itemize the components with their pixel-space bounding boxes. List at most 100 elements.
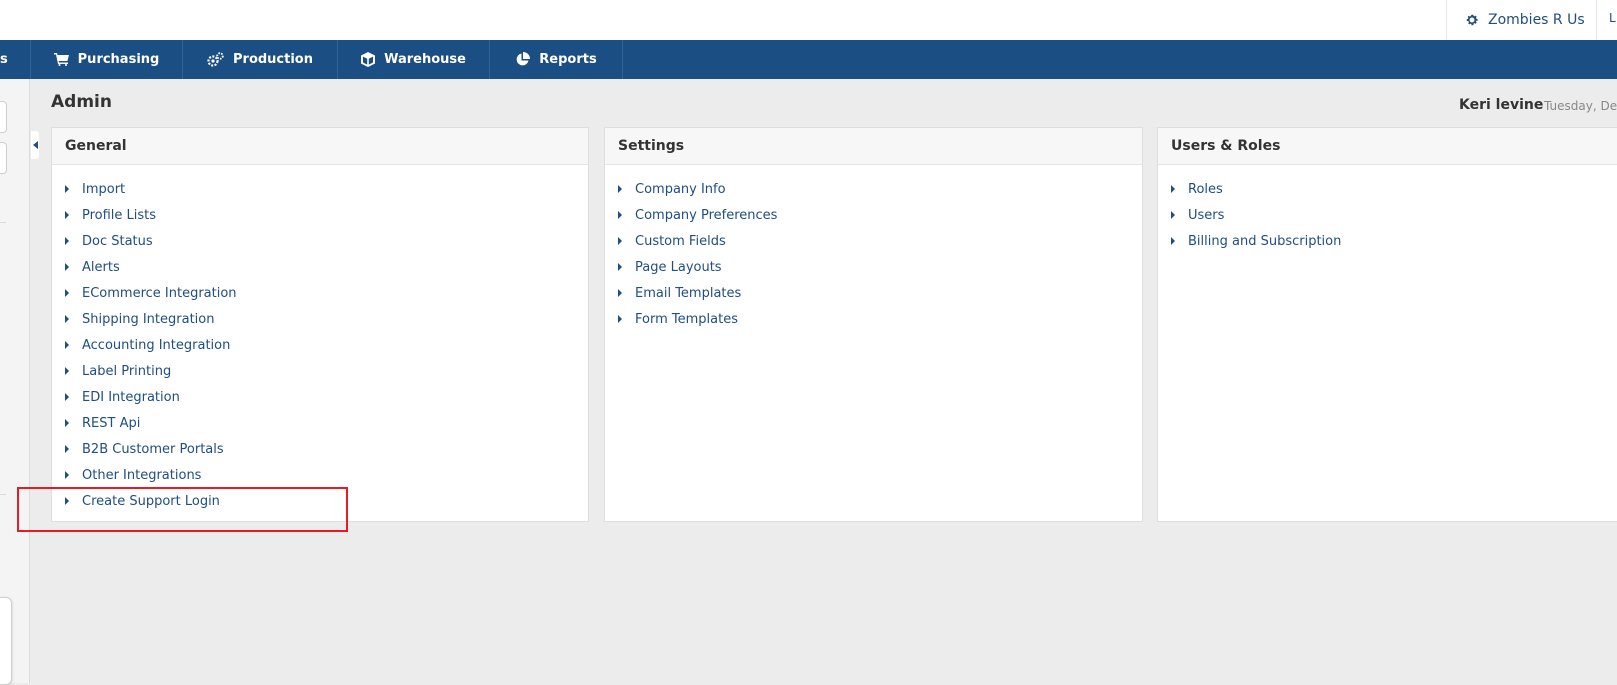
nav-item-warehouse[interactable]: Warehouse [338, 40, 490, 79]
link-roles[interactable]: Roles [1158, 176, 1617, 202]
link-profile-lists[interactable]: Profile Lists [52, 202, 588, 228]
link-label: Shipping Integration [82, 311, 215, 327]
nav-item-purchasing[interactable]: Purchasing [31, 40, 183, 79]
gears-icon [207, 52, 224, 67]
link-rest-api[interactable]: REST Api [52, 410, 588, 436]
sidebar-button[interactable] [0, 142, 7, 174]
caret-right-icon [618, 185, 622, 193]
sidebar-collapse-toggle[interactable] [31, 131, 39, 159]
sidebar-divider [0, 494, 6, 495]
topbar-divider [1596, 0, 1597, 40]
caret-right-icon [65, 471, 69, 479]
cart-icon [53, 53, 69, 66]
settings-link-list: Company Info Company Preferences Custom … [605, 165, 1142, 332]
caret-right-icon [618, 263, 622, 271]
highlight-annotation [17, 487, 348, 532]
link-label: Company Info [635, 181, 726, 197]
link-label: Email Templates [635, 285, 742, 301]
main-nav: s Purchasing Production Warehouse Report… [0, 40, 1617, 79]
link-b2b-customer-portals[interactable]: B2B Customer Portals [52, 436, 588, 462]
link-label-printing[interactable]: Label Printing [52, 358, 588, 384]
card-users-roles: Users & Roles Roles Users Billing and Su… [1157, 127, 1617, 522]
caret-right-icon [1171, 185, 1175, 193]
link-ecommerce-integration[interactable]: ECommerce Integration [52, 280, 588, 306]
link-label: ECommerce Integration [82, 285, 237, 301]
caret-right-icon [65, 237, 69, 245]
link-billing-and-subscription[interactable]: Billing and Subscription [1158, 228, 1617, 254]
card-general: General Import Profile Lists Doc Status … [51, 127, 589, 522]
link-label: Company Preferences [635, 207, 778, 223]
link-label: Accounting Integration [82, 337, 231, 353]
link-label: Import [82, 181, 126, 197]
link-import[interactable]: Import [52, 176, 588, 202]
top-bar: Zombies R Us L [0, 0, 1617, 40]
page-title: Admin [51, 92, 112, 112]
company-switcher[interactable]: Zombies R Us [1446, 0, 1605, 40]
link-custom-fields[interactable]: Custom Fields [605, 228, 1142, 254]
link-company-info[interactable]: Company Info [605, 176, 1142, 202]
current-date: Tuesday, Dec [1544, 99, 1617, 113]
caret-right-icon [65, 185, 69, 193]
caret-right-icon [618, 237, 622, 245]
left-sidebar [0, 79, 30, 685]
gear-icon [1466, 14, 1478, 26]
card-settings: Settings Company Info Company Preference… [604, 127, 1143, 522]
nav-label: Purchasing [77, 52, 160, 67]
nav-item-reports[interactable]: Reports [490, 40, 623, 79]
link-label: Roles [1188, 181, 1223, 197]
link-label: Profile Lists [82, 207, 157, 223]
nav-item-production[interactable]: Production [183, 40, 338, 79]
link-users[interactable]: Users [1158, 202, 1617, 228]
link-label: Label Printing [82, 363, 172, 379]
link-shipping-integration[interactable]: Shipping Integration [52, 306, 588, 332]
link-label: Other Integrations [82, 467, 202, 483]
company-name: Zombies R Us [1488, 12, 1585, 28]
link-label: Form Templates [635, 311, 738, 327]
caret-right-icon [618, 211, 622, 219]
link-email-templates[interactable]: Email Templates [605, 280, 1142, 306]
sidebar-popup[interactable] [0, 597, 12, 685]
caret-right-icon [65, 263, 69, 271]
nav-label: Production [233, 52, 313, 67]
caret-right-icon [618, 315, 622, 323]
link-alerts[interactable]: Alerts [52, 254, 588, 280]
link-company-preferences[interactable]: Company Preferences [605, 202, 1142, 228]
caret-right-icon [65, 445, 69, 453]
link-label: Custom Fields [635, 233, 726, 249]
box-icon [361, 52, 376, 67]
sidebar-divider [0, 222, 6, 223]
caret-right-icon [65, 289, 69, 297]
caret-left-icon [32, 141, 38, 149]
link-edi-integration[interactable]: EDI Integration [52, 384, 588, 410]
link-label: Users [1188, 207, 1225, 223]
users-roles-link-list: Roles Users Billing and Subscription [1158, 165, 1617, 254]
nav-label: Reports [539, 52, 597, 67]
link-doc-status[interactable]: Doc Status [52, 228, 588, 254]
caret-right-icon [1171, 211, 1175, 219]
link-other-integrations[interactable]: Other Integrations [52, 462, 588, 488]
link-label: B2B Customer Portals [82, 441, 224, 457]
general-link-list: Import Profile Lists Doc Status Alerts E… [52, 165, 588, 514]
link-form-templates[interactable]: Form Templates [605, 306, 1142, 332]
sidebar-button[interactable] [0, 101, 7, 133]
nav-item-partial[interactable]: s [0, 40, 31, 79]
pie-chart-icon [516, 52, 531, 66]
caret-right-icon [65, 315, 69, 323]
card-title: Users & Roles [1158, 128, 1617, 165]
caret-right-icon [1171, 237, 1175, 245]
card-title: General [52, 128, 588, 165]
user-name[interactable]: Keri levine [1459, 97, 1543, 113]
caret-right-icon [65, 393, 69, 401]
topbar-user-menu[interactable]: L [1609, 11, 1616, 25]
nav-label: Warehouse [384, 52, 466, 67]
link-page-layouts[interactable]: Page Layouts [605, 254, 1142, 280]
link-label: Alerts [82, 259, 120, 275]
link-label: Doc Status [82, 233, 153, 249]
card-title: Settings [605, 128, 1142, 165]
caret-right-icon [65, 341, 69, 349]
caret-right-icon [65, 367, 69, 375]
link-accounting-integration[interactable]: Accounting Integration [52, 332, 588, 358]
caret-right-icon [618, 289, 622, 297]
link-label: REST Api [82, 415, 141, 431]
link-label: EDI Integration [82, 389, 180, 405]
